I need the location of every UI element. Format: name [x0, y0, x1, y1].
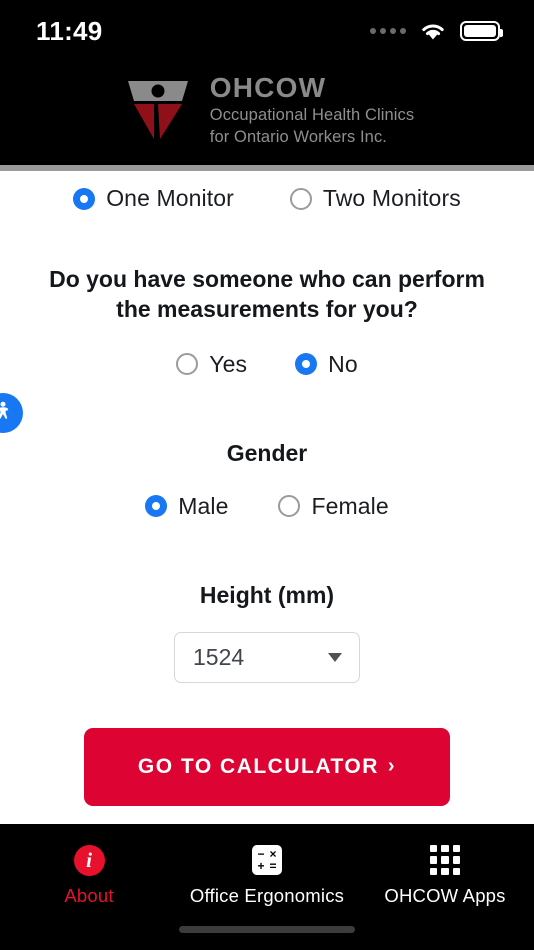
- chevron-right-icon: ›: [387, 755, 397, 778]
- app-header: OHCOW Occupational Health Clinics for On…: [0, 62, 534, 165]
- radio-label: Yes: [209, 350, 248, 377]
- nav-label: OHCOW Apps: [384, 885, 506, 906]
- radio-option-two-monitors[interactable]: Two Monitors: [289, 185, 461, 212]
- home-indicator[interactable]: [179, 926, 355, 933]
- status-indicators: [370, 21, 503, 41]
- radio-indicator-selected[interactable]: [73, 187, 96, 210]
- submit-label: GO TO CALCULATOR: [137, 754, 379, 778]
- nav-label: About: [64, 885, 114, 906]
- radio-label: Two Monitors: [322, 185, 461, 211]
- form-content: One Monitor Two Monitors Do you have som…: [0, 171, 534, 830]
- radio-option-male[interactable]: Male: [145, 493, 228, 520]
- phone-screen: 11:49 OHCOW Occupational Health Clinics …: [0, 0, 534, 950]
- logo-wordmark: OHCOW Occupational Health Clinics for On…: [209, 71, 414, 149]
- org-name-line2: for Ontario Workers Inc.: [209, 127, 387, 146]
- helper-question-group: Yes No: [0, 351, 534, 378]
- accessibility-person-icon: [0, 399, 15, 428]
- height-section-title: Height (mm): [199, 581, 335, 608]
- nav-label: Office Ergonomics: [189, 885, 345, 906]
- helper-question-text: Do you have someone who can perform the …: [49, 266, 485, 323]
- gender-section-title: Gender: [226, 439, 308, 466]
- org-name-line1: Occupational Health Clinics: [209, 105, 415, 124]
- info-icon: i: [73, 844, 105, 876]
- radio-label: One Monitor: [106, 185, 234, 211]
- radio-label: No: [328, 350, 358, 377]
- nav-item-ohcow-apps[interactable]: OHCOW Apps: [356, 844, 534, 907]
- grid-apps-icon: [430, 844, 460, 876]
- chevron-down-icon: [328, 652, 342, 662]
- height-select[interactable]: 1524: [174, 631, 360, 683]
- radio-indicator-unselected[interactable]: [176, 353, 199, 376]
- radio-indicator-unselected[interactable]: [278, 495, 301, 518]
- radio-option-one-monitor[interactable]: One Monitor: [73, 185, 234, 212]
- radio-indicator-unselected[interactable]: [289, 187, 312, 210]
- radio-label: Female: [311, 492, 389, 519]
- signal-dots-icon: [370, 28, 406, 34]
- ohcow-logo-icon: [120, 77, 196, 145]
- go-to-calculator-button[interactable]: GO TO CALCULATOR ›: [84, 727, 450, 806]
- height-selected-value: 1524: [193, 643, 245, 670]
- radio-indicator-selected[interactable]: [295, 353, 318, 376]
- submit-container: GO TO CALCULATOR ›: [0, 727, 534, 806]
- battery-full-icon: [460, 21, 503, 41]
- org-name: Occupational Health Clinics for Ontario …: [210, 105, 414, 149]
- org-acronym: OHCOW: [209, 71, 327, 103]
- gender-group: Male Female: [0, 493, 534, 520]
- nav-item-office-ergonomics[interactable]: − × + = Office Ergonomics: [178, 844, 356, 907]
- calculator-icon: − × + =: [252, 844, 282, 876]
- radio-indicator-selected[interactable]: [145, 495, 168, 518]
- bottom-navigation: i About − × + = Office Ergonomics OHCOW App…: [0, 824, 534, 950]
- wifi-icon: [420, 22, 446, 41]
- accessibility-fab-button[interactable]: [0, 393, 23, 433]
- nav-item-about[interactable]: i About: [0, 844, 178, 907]
- radio-option-female[interactable]: Female: [278, 492, 389, 520]
- radio-option-no[interactable]: No: [295, 351, 358, 378]
- radio-label: Male: [178, 492, 229, 519]
- height-select-container: 1524: [0, 631, 534, 683]
- status-time: 11:49: [36, 15, 103, 46]
- monitor-count-group: One Monitor Two Monitors: [0, 171, 534, 212]
- radio-option-yes[interactable]: Yes: [176, 351, 247, 378]
- status-bar: 11:49: [0, 0, 534, 62]
